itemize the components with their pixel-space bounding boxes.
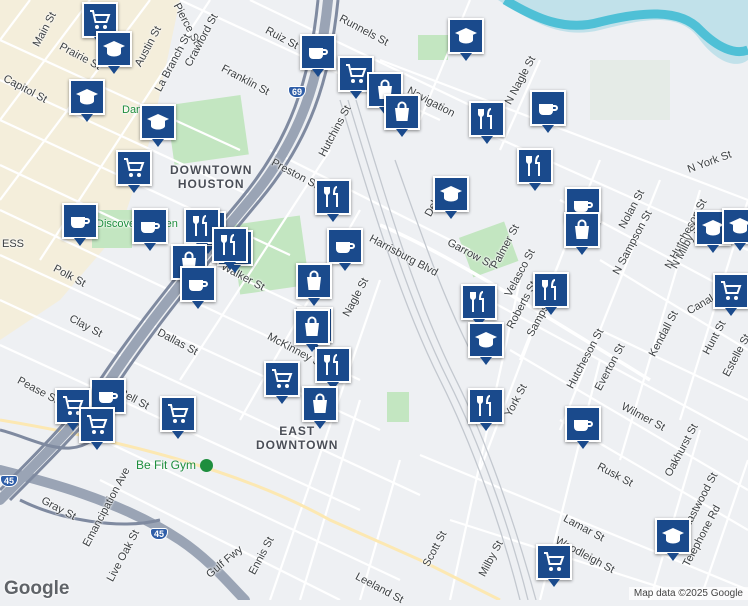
shopping-cart-icon	[168, 404, 189, 423]
school-icon	[147, 114, 169, 130]
gym-icon	[200, 459, 214, 473]
poi-marker-restaurant[interactable]	[212, 227, 248, 270]
restaurant-icon	[470, 291, 484, 312]
poi-label: Be Fit Gym	[136, 458, 197, 472]
shopping-bag-icon	[575, 219, 589, 239]
shopping-cart-icon	[124, 158, 145, 177]
shopping-cart-icon	[87, 415, 108, 434]
poi-marker-school[interactable]	[140, 104, 176, 147]
area-label-downtown-houston: DOWNTOWN HOUSTON	[170, 163, 253, 191]
poi-marker-shopping-cart[interactable]	[264, 361, 300, 404]
poi-marker-coffee[interactable]	[62, 203, 98, 246]
school-icon	[662, 528, 684, 544]
google-logo: Google	[4, 578, 70, 599]
restaurant-icon	[221, 234, 235, 255]
poi-marker-school[interactable]	[433, 176, 469, 219]
school-icon	[76, 89, 98, 105]
coffee-icon	[539, 104, 558, 115]
shopping-cart-icon	[721, 281, 742, 300]
coffee-icon	[309, 48, 328, 59]
poi-marker-shopping-bag[interactable]	[384, 94, 420, 137]
restaurant-icon	[477, 395, 491, 416]
poi-marker-shopping-cart[interactable]	[160, 396, 196, 439]
coffee-icon	[99, 392, 118, 403]
restaurant-icon	[542, 279, 556, 300]
shopping-bag-icon	[307, 270, 321, 290]
shopping-bag-icon	[305, 316, 319, 336]
shopping-cart-icon	[90, 10, 111, 29]
restaurant-icon	[478, 108, 492, 129]
poi-marker-shopping-bag[interactable]	[296, 263, 332, 306]
shopping-cart-icon	[346, 64, 367, 83]
poi-marker-coffee[interactable]	[327, 228, 363, 271]
coffee-icon	[574, 420, 593, 431]
coffee-icon	[141, 222, 160, 233]
school-icon	[729, 218, 748, 234]
school-icon	[103, 41, 125, 57]
poi-marker-school[interactable]	[468, 322, 504, 365]
poi-marker-shopping-bag[interactable]	[294, 309, 330, 352]
shopping-bag-icon	[395, 101, 409, 121]
poi-marker-school[interactable]	[96, 31, 132, 74]
shopping-cart-icon	[544, 552, 565, 571]
poi-marker-school[interactable]	[69, 79, 105, 122]
street-label: ESS	[2, 238, 25, 250]
poi-marker-restaurant[interactable]	[517, 148, 553, 191]
poi-marker-shopping-cart[interactable]	[116, 150, 152, 193]
school-icon	[475, 332, 497, 348]
poi-marker-shopping-bag[interactable]	[302, 386, 338, 429]
school-icon	[440, 186, 462, 202]
poi-marker-restaurant[interactable]	[461, 284, 497, 327]
poi-marker-shopping-cart[interactable]	[79, 407, 115, 450]
poi-marker-shopping-bag[interactable]	[564, 212, 600, 255]
coffee-icon	[336, 242, 355, 253]
poi-marker-shopping-cart[interactable]	[536, 544, 572, 587]
poi-be-fit-gym[interactable]: Be Fit Gym	[136, 458, 214, 473]
area-label-east-downtown: EAST DOWNTOWN	[256, 424, 339, 452]
poi-marker-school[interactable]	[655, 518, 691, 561]
poi-marker-coffee[interactable]	[300, 34, 336, 77]
poi-marker-coffee[interactable]	[180, 266, 216, 309]
poi-marker-restaurant[interactable]	[533, 272, 569, 315]
map-attribution[interactable]: Map data ©2025 Google	[628, 587, 748, 600]
restaurant-icon	[193, 215, 207, 236]
poi-marker-school[interactable]	[448, 18, 484, 61]
poi-marker-coffee[interactable]	[132, 208, 168, 251]
shopping-cart-icon	[272, 369, 293, 388]
restaurant-icon	[324, 186, 338, 207]
poi-marker-restaurant[interactable]	[315, 179, 351, 222]
coffee-icon	[71, 217, 90, 228]
school-icon	[455, 28, 477, 44]
poi-marker-restaurant[interactable]	[469, 101, 505, 144]
poi-marker-shopping-cart[interactable]	[713, 273, 748, 316]
poi-marker-restaurant[interactable]	[315, 347, 351, 390]
poi-marker-school[interactable]	[722, 208, 748, 251]
coffee-icon	[189, 280, 208, 291]
poi-marker-restaurant[interactable]	[468, 388, 504, 431]
poi-marker-coffee[interactable]	[565, 406, 601, 449]
restaurant-icon	[324, 354, 338, 375]
restaurant-icon	[526, 155, 540, 176]
shopping-bag-icon	[313, 393, 327, 413]
poi-marker-coffee[interactable]	[530, 90, 566, 133]
